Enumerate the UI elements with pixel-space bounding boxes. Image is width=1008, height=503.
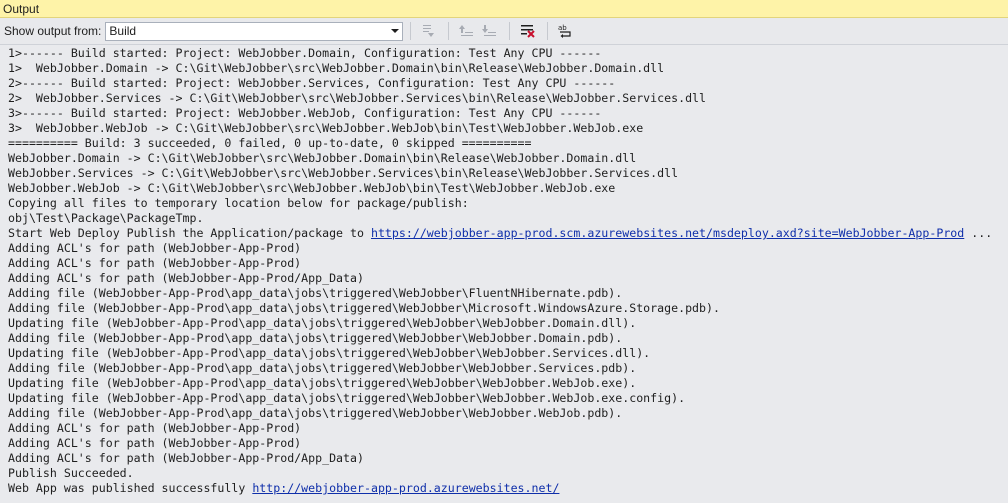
output-line: Adding ACL's for path (WebJobber-App-Pro… [8, 421, 1008, 436]
output-line: Adding ACL's for path (WebJobber-App-Pro… [8, 241, 1008, 256]
output-window: Output Show output from: Build ab 1>----… [0, 0, 1008, 503]
find-previous-button[interactable] [456, 21, 476, 41]
output-line: 3> WebJobber.WebJob -> C:\Git\WebJobber\… [8, 121, 1008, 136]
output-line-text: Updating file (WebJobber-App-Prod\app_da… [8, 346, 651, 360]
output-line-suffix: ... [964, 226, 993, 240]
output-line-text: WebJobber.WebJob -> C:\Git\WebJobber\src… [8, 181, 616, 195]
output-line-text: Adding ACL's for path (WebJobber-App-Pro… [8, 241, 302, 255]
output-toolbar: Show output from: Build ab [0, 18, 1008, 44]
output-link[interactable]: http://webjobber-app-prod.azurewebsites.… [252, 481, 559, 495]
output-line: Adding file (WebJobber-App-Prod\app_data… [8, 286, 1008, 301]
output-line: 2> WebJobber.Services -> C:\Git\WebJobbe… [8, 91, 1008, 106]
output-line: WebJobber.Domain -> C:\Git\WebJobber\src… [8, 151, 1008, 166]
output-line: WebJobber.Services -> C:\Git\WebJobber\s… [8, 166, 1008, 181]
output-line-text: WebJobber.Services -> C:\Git\WebJobber\s… [8, 166, 679, 180]
chevron-down-icon [391, 29, 400, 33]
output-line: Adding file (WebJobber-App-Prod\app_data… [8, 301, 1008, 316]
toolbar-separator [410, 22, 412, 40]
output-line: Adding ACL's for path (WebJobber-App-Pro… [8, 436, 1008, 451]
go-to-previous-message-icon [423, 25, 435, 37]
output-line-text: 2> WebJobber.Services -> C:\Git\WebJobbe… [8, 91, 707, 105]
output-line-text: 1>------ Build started: Project: WebJobb… [8, 46, 602, 60]
panel-title: Output [3, 1, 40, 16]
output-line-text: WebJobber.Domain -> C:\Git\WebJobber\src… [8, 151, 637, 165]
output-line: WebJobber.WebJob -> C:\Git\WebJobber\src… [8, 181, 1008, 196]
output-line: Adding file (WebJobber-App-Prod\app_data… [8, 406, 1008, 421]
output-line: Start Web Deploy Publish the Application… [8, 226, 1008, 241]
output-line-text: Publish Succeeded. [8, 466, 134, 480]
output-line: Publish Succeeded. [8, 466, 1008, 481]
toolbar-separator [509, 22, 511, 40]
output-line-text: Adding ACL's for path (WebJobber-App-Pro… [8, 421, 302, 435]
svg-text:ab: ab [558, 24, 567, 32]
output-line-text: Adding ACL's for path (WebJobber-App-Pro… [8, 256, 302, 270]
output-line: 1>------ Build started: Project: WebJobb… [8, 46, 1008, 61]
output-line: Web App was published successfully http:… [8, 481, 1008, 496]
output-line: Copying all files to temporary location … [8, 196, 1008, 211]
output-line-text: Adding ACL's for path (WebJobber-App-Pro… [8, 451, 364, 465]
find-next-button[interactable] [479, 21, 499, 41]
output-line: Updating file (WebJobber-App-Prod\app_da… [8, 316, 1008, 331]
output-line-text: 1> WebJobber.Domain -> C:\Git\WebJobber\… [8, 61, 665, 75]
go-to-previous-message-button[interactable] [418, 21, 438, 41]
output-line-text: Adding file (WebJobber-App-Prod\app_data… [8, 301, 720, 315]
output-line: Updating file (WebJobber-App-Prod\app_da… [8, 346, 1008, 361]
output-line-text: Web App was published successfully [8, 481, 253, 495]
clear-all-icon [521, 25, 536, 38]
find-previous-icon [459, 25, 474, 36]
output-line: Adding ACL's for path (WebJobber-App-Pro… [8, 271, 1008, 286]
output-line-text: ========== Build: 3 succeeded, 0 failed,… [8, 136, 532, 150]
output-line: obj\Test\Package\PackageTmp. [8, 211, 1008, 226]
output-line: ========== Build: 3 succeeded, 0 failed,… [8, 136, 1008, 151]
word-wrap-button[interactable]: ab [555, 21, 575, 41]
output-line-text: 3> WebJobber.WebJob -> C:\Git\WebJobber\… [8, 121, 644, 135]
output-link[interactable]: https://webjobber-app-prod.scm.azurewebs… [371, 226, 964, 240]
output-source-value: Build [109, 24, 137, 38]
output-line-text: Copying all files to temporary location … [8, 196, 469, 210]
output-line-text: Updating file (WebJobber-App-Prod\app_da… [8, 391, 686, 405]
output-line-text: Updating file (WebJobber-App-Prod\app_da… [8, 376, 637, 390]
output-line-text: Updating file (WebJobber-App-Prod\app_da… [8, 316, 637, 330]
output-line: Adding file (WebJobber-App-Prod\app_data… [8, 361, 1008, 376]
panel-title-bar[interactable]: Output [0, 0, 1008, 18]
output-line: 2>------ Build started: Project: WebJobb… [8, 76, 1008, 91]
output-line-text: Adding file (WebJobber-App-Prod\app_data… [8, 361, 637, 375]
word-wrap-icon: ab [558, 24, 571, 38]
output-line-text: Adding ACL's for path (WebJobber-App-Pro… [8, 271, 364, 285]
output-line: Adding ACL's for path (WebJobber-App-Pro… [8, 451, 1008, 466]
output-line: Updating file (WebJobber-App-Prod\app_da… [8, 376, 1008, 391]
output-line-text: 2>------ Build started: Project: WebJobb… [8, 76, 616, 90]
output-line: Adding file (WebJobber-App-Prod\app_data… [8, 331, 1008, 346]
output-line: 3>------ Build started: Project: WebJobb… [8, 106, 1008, 121]
output-line-text: 3>------ Build started: Project: WebJobb… [8, 106, 602, 120]
output-line-text: Adding ACL's for path (WebJobber-App-Pro… [8, 436, 302, 450]
toolbar-separator [448, 22, 450, 40]
output-line-text: Adding file (WebJobber-App-Prod\app_data… [8, 406, 623, 420]
show-output-label: Show output from: [4, 24, 102, 38]
output-line: Updating file (WebJobber-App-Prod\app_da… [8, 391, 1008, 406]
output-line-text: Adding file (WebJobber-App-Prod\app_data… [8, 286, 623, 300]
find-next-icon [482, 25, 497, 36]
clear-all-button[interactable] [517, 21, 537, 41]
output-line: Adding ACL's for path (WebJobber-App-Pro… [8, 256, 1008, 271]
output-line: 1> WebJobber.Domain -> C:\Git\WebJobber\… [8, 61, 1008, 76]
toolbar-separator [547, 22, 549, 40]
output-text-area[interactable]: 1>------ Build started: Project: WebJobb… [0, 44, 1008, 503]
output-line-text: obj\Test\Package\PackageTmp. [8, 211, 204, 225]
output-line-text: Adding file (WebJobber-App-Prod\app_data… [8, 331, 623, 345]
output-line-text: Start Web Deploy Publish the Application… [8, 226, 371, 240]
output-source-select[interactable]: Build [105, 21, 404, 41]
